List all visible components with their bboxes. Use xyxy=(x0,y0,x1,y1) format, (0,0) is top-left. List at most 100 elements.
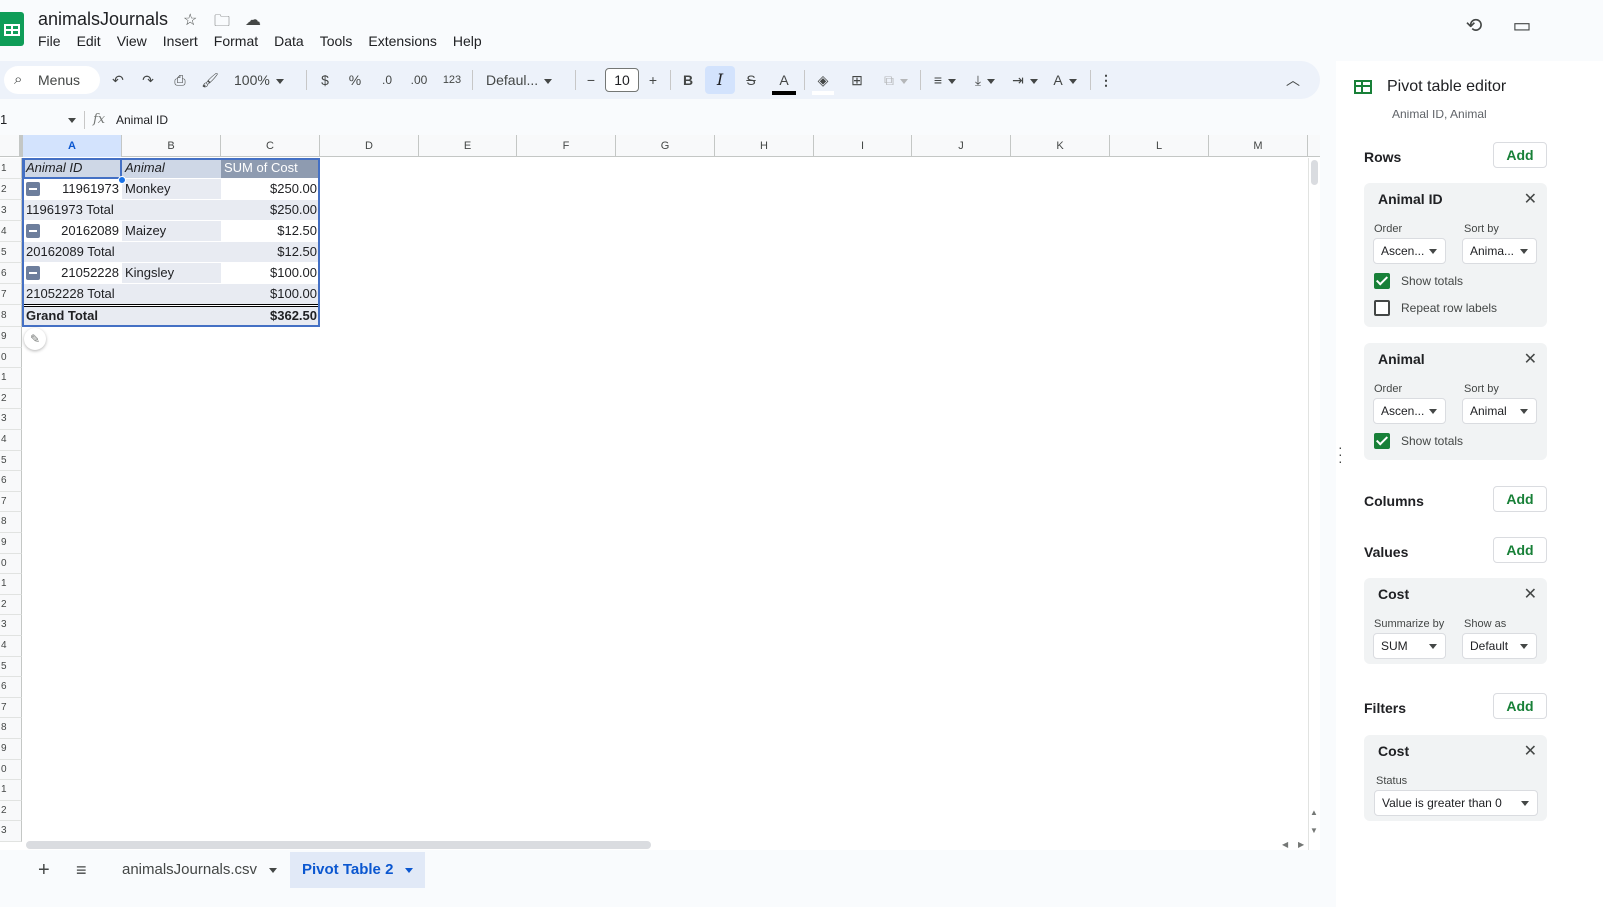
scroll-right-icon[interactable]: ▶ xyxy=(1298,840,1304,849)
row-header[interactable]: 3 xyxy=(0,409,22,430)
pivot-grand-total-value[interactable]: $362.50 xyxy=(221,306,320,326)
vertical-align-icon[interactable]: ⤓ xyxy=(968,69,1002,91)
pivot-cell-cost[interactable]: $12.50 xyxy=(221,221,320,241)
scroll-down-icon[interactable]: ▼ xyxy=(1310,826,1318,835)
menu-insert[interactable]: Insert xyxy=(155,33,206,49)
row-header[interactable]: 5 xyxy=(0,242,22,263)
menu-tools[interactable]: Tools xyxy=(312,33,361,49)
row-header[interactable]: 1 xyxy=(0,780,22,801)
strikethrough-icon[interactable]: S xyxy=(740,69,762,91)
percent-format-button[interactable]: % xyxy=(346,69,364,91)
show-as-select[interactable]: Default xyxy=(1462,633,1537,659)
pivot-subtotal-cost[interactable]: $12.50 xyxy=(221,242,320,262)
fill-handle[interactable] xyxy=(118,176,126,184)
repeat-row-labels-checkbox[interactable] xyxy=(1374,300,1390,316)
pivot-header-sum-cost[interactable]: SUM of Cost xyxy=(221,158,320,178)
more-options-icon[interactable]: ⋮ xyxy=(1098,69,1114,91)
column-header-l[interactable]: L xyxy=(1110,135,1209,157)
row-header[interactable]: 0 xyxy=(0,759,22,781)
row-header[interactable]: 4 xyxy=(0,430,22,451)
row-header[interactable]: 8 xyxy=(0,718,22,739)
collapse-group-icon[interactable] xyxy=(26,182,40,196)
pivot-subtotal-cost[interactable]: $100.00 xyxy=(221,284,320,304)
formula-input[interactable]: Animal ID xyxy=(116,113,168,127)
collapse-group-icon[interactable] xyxy=(26,266,40,280)
row-header[interactable]: 8 xyxy=(0,512,22,533)
vertical-scroll-thumb[interactable] xyxy=(1311,160,1318,185)
column-header-f[interactable]: F xyxy=(517,135,616,157)
increase-decimal-button[interactable]: .00 xyxy=(406,69,432,91)
row-header[interactable]: 6 xyxy=(0,677,22,698)
scroll-left-icon[interactable]: ◀ xyxy=(1282,840,1288,849)
cloud-status-icon[interactable]: ☁ xyxy=(245,10,261,30)
row-header[interactable]: 9 xyxy=(0,533,22,554)
row-header[interactable]: 3 xyxy=(0,200,22,221)
add-column-button[interactable]: Add xyxy=(1493,486,1547,512)
row-header[interactable]: 1 xyxy=(0,158,22,179)
row-header[interactable]: 4 xyxy=(0,636,22,657)
column-header-c[interactable]: C xyxy=(221,135,320,157)
pivot-cell-id[interactable]: 20162089 xyxy=(23,221,122,241)
text-color-icon[interactable]: A xyxy=(772,69,796,95)
row-header[interactable]: 2 xyxy=(0,800,22,822)
order-select[interactable]: Ascen... xyxy=(1373,398,1446,424)
pivot-header-animal[interactable]: Animal xyxy=(122,158,221,178)
row-header[interactable]: 1 xyxy=(0,574,22,595)
pivot-subtotal-label[interactable]: 21052228 Total xyxy=(23,284,221,304)
panel-resize-handle[interactable]: · · · xyxy=(1338,440,1343,468)
collapse-group-icon[interactable] xyxy=(26,224,40,238)
menu-help[interactable]: Help xyxy=(445,33,490,49)
pivot-cell-animal[interactable]: Monkey xyxy=(122,179,221,199)
sheet-tab-animalsjournals-csv[interactable]: animalsJournals.csv xyxy=(110,852,289,888)
row-header[interactable]: 2 xyxy=(0,594,22,616)
row-header[interactable]: 4 xyxy=(0,221,22,242)
pivot-grand-total-label[interactable]: Grand Total xyxy=(23,306,221,326)
horizontal-scroll-thumb[interactable] xyxy=(26,841,651,849)
sheet-tab-pivot-table-2[interactable]: Pivot Table 2 xyxy=(290,852,426,888)
show-totals-checkbox[interactable] xyxy=(1374,433,1390,449)
pivot-cell-animal[interactable]: Maizey xyxy=(122,221,221,241)
column-header-e[interactable]: E xyxy=(419,135,517,157)
name-box[interactable]: 1 xyxy=(0,108,76,132)
column-header-m[interactable]: M xyxy=(1209,135,1308,157)
document-title[interactable]: animalsJournals xyxy=(38,9,168,30)
row-header[interactable]: 0 xyxy=(0,553,22,575)
column-header-g[interactable]: G xyxy=(616,135,715,157)
sort-by-select[interactable]: Animal xyxy=(1462,398,1537,424)
redo-icon[interactable]: ↷ xyxy=(138,69,158,91)
font-size-decrease-icon[interactable]: − xyxy=(582,69,600,91)
vertical-scrollbar[interactable] xyxy=(1308,158,1320,850)
row-header[interactable]: 6 xyxy=(0,471,22,492)
row-header[interactable]: 9 xyxy=(0,327,22,348)
order-select[interactable]: Ascen... xyxy=(1373,238,1446,264)
paint-format-icon[interactable]: 🖌 xyxy=(200,69,220,91)
row-header[interactable]: 3 xyxy=(0,615,22,636)
row-header[interactable]: 5 xyxy=(0,450,22,472)
merge-cells-icon[interactable]: ⧉ xyxy=(878,69,914,91)
remove-row-icon[interactable]: ✕ xyxy=(1524,349,1537,369)
add-value-button[interactable]: Add xyxy=(1493,537,1547,563)
row-header[interactable]: 7 xyxy=(0,697,22,719)
version-history-icon[interactable]: ⟲ xyxy=(1462,14,1486,38)
remove-filter-icon[interactable]: ✕ xyxy=(1524,741,1537,761)
row-header[interactable]: 2 xyxy=(0,179,22,200)
font-size-increase-icon[interactable]: + xyxy=(644,69,662,91)
row-header[interactable]: 7 xyxy=(0,284,22,305)
add-sheet-button[interactable]: + xyxy=(26,852,62,888)
text-rotation-icon[interactable]: A xyxy=(1048,69,1082,91)
pivot-subtotal-label[interactable]: 11961973 Total xyxy=(23,200,221,220)
star-icon[interactable]: ☆ xyxy=(183,10,197,30)
currency-format-button[interactable]: $ xyxy=(316,69,334,91)
fill-color-icon[interactable]: ◈ xyxy=(812,69,834,95)
column-header-h[interactable]: H xyxy=(715,135,814,157)
scroll-up-icon[interactable]: ▲ xyxy=(1310,808,1318,817)
menu-extensions[interactable]: Extensions xyxy=(360,33,444,49)
pivot-cell-cost[interactable]: $250.00 xyxy=(221,179,320,199)
row-header[interactable]: 1 xyxy=(0,368,22,389)
spreadsheet-grid[interactable]: A B C D E F G H I J K L M Animal ID Anim… xyxy=(0,135,1320,850)
pivot-subtotal-cost[interactable]: $250.00 xyxy=(221,200,320,220)
font-select[interactable]: Defaul... xyxy=(486,69,566,91)
menu-file[interactable]: File xyxy=(38,33,69,49)
row-header[interactable]: 3 xyxy=(0,821,22,842)
sort-by-select[interactable]: Anima... xyxy=(1462,238,1537,264)
